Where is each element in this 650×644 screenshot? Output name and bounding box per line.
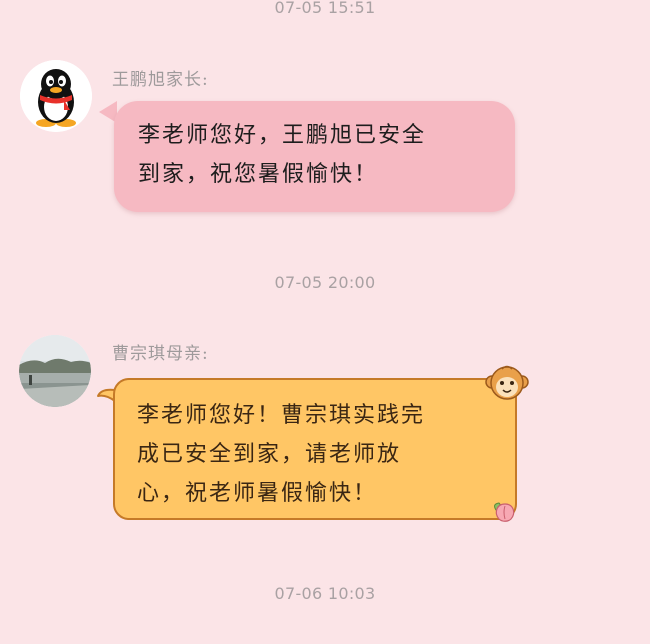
message-bubble[interactable]: 李老师您好，王鹏旭已安全 到家，祝您暑假愉快！ bbox=[114, 101, 515, 212]
message-line: 李老师您好！曹宗琪实践完 bbox=[137, 403, 426, 428]
message-line: 心，祝老师暑假愉快！ bbox=[137, 481, 378, 506]
timestamp: 07-06 10:03 bbox=[274, 584, 376, 603]
monkey-icon bbox=[485, 365, 529, 400]
message-line: 李老师您好，王鹏旭已安全 bbox=[138, 123, 427, 148]
sender-avatar[interactable] bbox=[19, 335, 91, 407]
message-bubble[interactable]: 李老师您好！曹宗琪实践完 成已安全到家，请老师放 心，祝老师暑假愉快！ bbox=[113, 378, 517, 520]
sender-avatar[interactable] bbox=[20, 60, 92, 132]
timestamp: 07-05 20:00 bbox=[274, 273, 376, 292]
message-line: 到家，祝您暑假愉快！ bbox=[138, 162, 379, 187]
qq-penguin-icon bbox=[20, 60, 92, 132]
peach-icon bbox=[494, 502, 515, 522]
message-line: 成已安全到家，请老师放 bbox=[137, 442, 402, 467]
landscape-photo-avatar bbox=[19, 335, 91, 407]
sender-name: 曹宗琪母亲: bbox=[112, 344, 209, 364]
timestamp: 07-05 15:51 bbox=[274, 0, 376, 17]
sender-name: 王鹏旭家长: bbox=[112, 70, 209, 90]
